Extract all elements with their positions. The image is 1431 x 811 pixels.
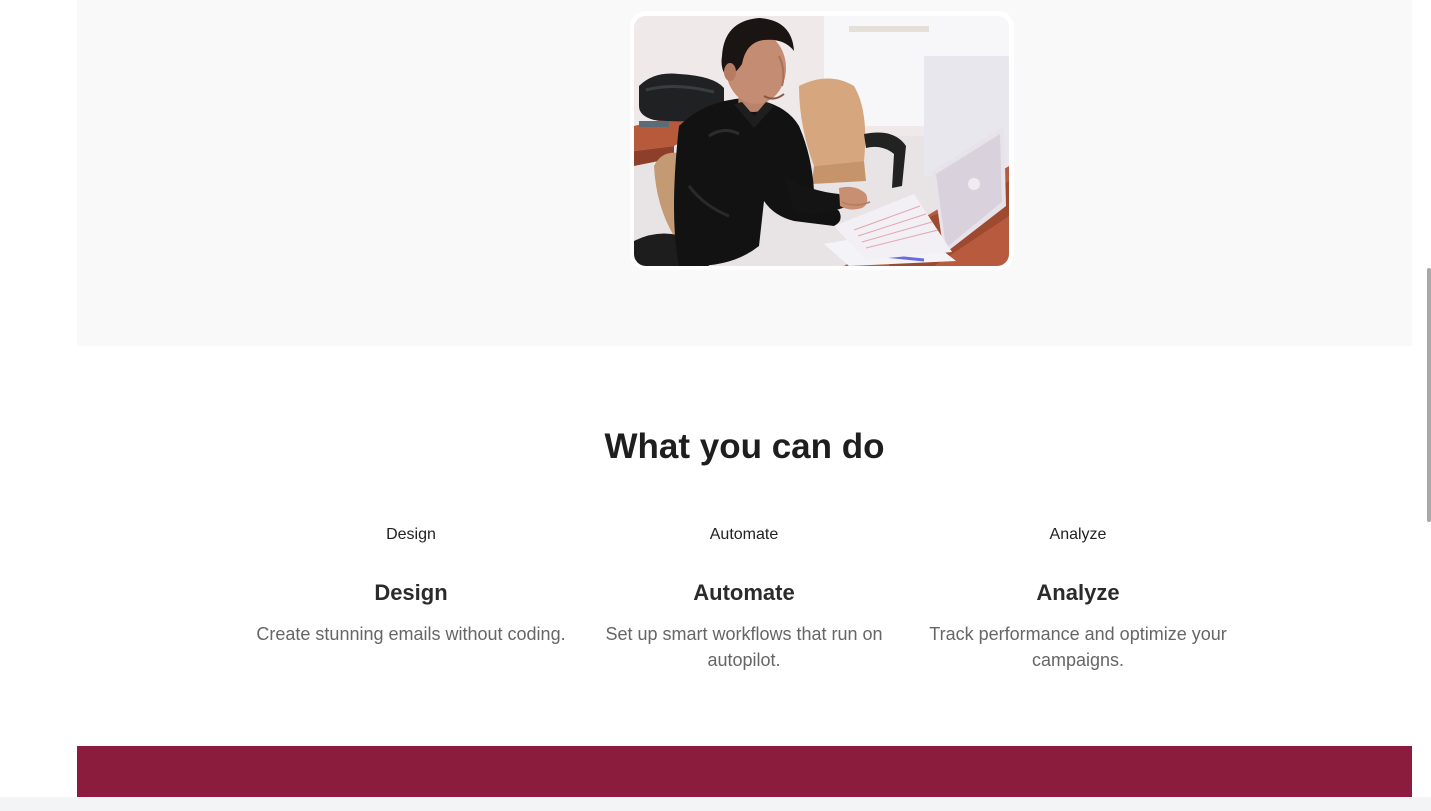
features-section: What you can do Design Design Create stu… (77, 346, 1412, 746)
footer-band (77, 746, 1412, 797)
hero-section (77, 0, 1412, 346)
feature-design: Design Design Create stunning emails wit… (251, 524, 571, 647)
feature-automate-description: Set up smart workflows that run on autop… (605, 624, 883, 670)
feature-analyze: Analyze Analyze Track performance and op… (918, 524, 1238, 673)
feature-design-icon-label: Design (386, 526, 436, 543)
feature-analyze-icon-label: Analyze (1049, 526, 1107, 543)
feature-automate-icon-label: Automate (709, 526, 779, 543)
feature-automate: Automate Automate Set up smart workflows… (584, 524, 904, 673)
hero-image-frame (630, 11, 1014, 270)
hero-image (634, 16, 1009, 266)
feature-design-title: Design (374, 580, 448, 605)
page: What you can do Design Design Create stu… (0, 0, 1431, 811)
section-title: What you can do (604, 427, 885, 466)
scrollbar-thumb[interactable] (1427, 268, 1431, 522)
feature-automate-title: Automate (693, 580, 795, 605)
feature-analyze-description: Track performance and optimize your camp… (929, 624, 1227, 670)
bottom-strip (0, 797, 1431, 811)
feature-analyze-title: Analyze (1036, 580, 1120, 605)
feature-design-description: Create stunning emails without coding. (256, 624, 566, 644)
